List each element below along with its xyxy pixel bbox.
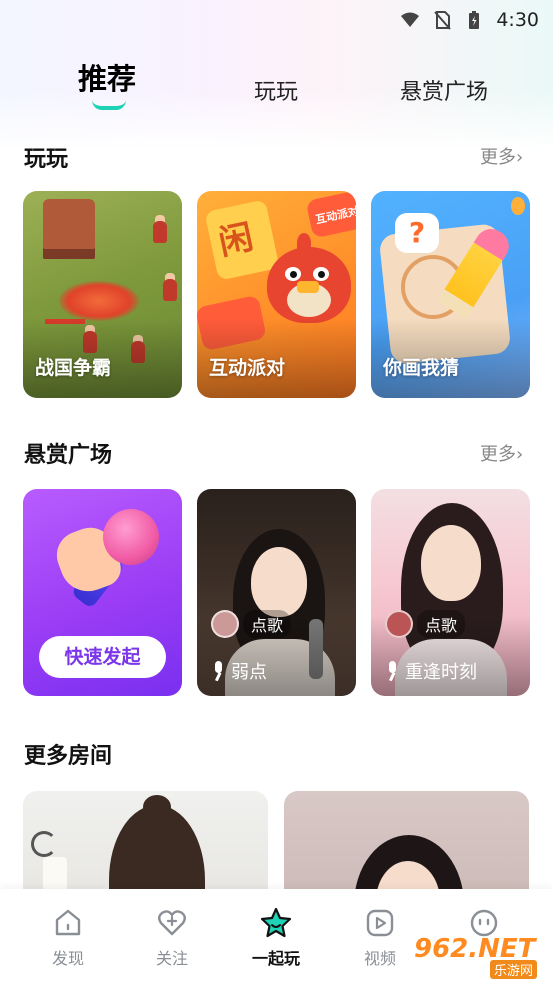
question-bubble: ? xyxy=(395,213,439,253)
more-link-reward[interactable]: 更多› xyxy=(480,440,523,466)
party-tile: 闲 xyxy=(204,199,280,281)
lamp-decor xyxy=(43,857,67,891)
tab-play[interactable]: 玩玩 xyxy=(254,74,298,106)
nav-item-discover[interactable]: 发现 xyxy=(38,907,98,969)
nav-item-video[interactable]: 视频 xyxy=(350,907,410,969)
section-title-play: 玩玩 xyxy=(24,147,69,172)
party-tile: 互动派对 xyxy=(305,191,356,239)
more-link-play[interactable]: 更多› xyxy=(480,143,523,169)
home-icon xyxy=(55,909,81,936)
host-photo xyxy=(251,547,307,617)
lamp-decor xyxy=(31,831,57,857)
game-label: 战国争霸 xyxy=(35,357,112,379)
nav-label: 关注 xyxy=(155,949,188,968)
microphone-head xyxy=(103,509,159,565)
microphone-icon xyxy=(388,661,396,681)
game-card-draw-guess[interactable]: ? 你画我猜 xyxy=(371,191,530,398)
status-time: 4:30 xyxy=(496,9,539,31)
no-sim-icon xyxy=(434,11,452,30)
nav-label: 发现 xyxy=(51,949,84,968)
battery-icon xyxy=(469,11,480,29)
reward-room-card[interactable]: 点歌 重逢时刻 xyxy=(371,489,530,696)
microphone-icon xyxy=(214,661,222,681)
avatar xyxy=(211,610,239,638)
quick-start-card[interactable]: 快速发起 xyxy=(23,489,182,696)
angry-bird-illustration xyxy=(267,233,351,323)
room-name: 弱点 xyxy=(231,662,267,683)
tab-reward-square[interactable]: 悬赏广场 xyxy=(400,74,488,106)
wifi-icon xyxy=(401,12,420,27)
decor-drop xyxy=(511,197,525,215)
section-title-reward: 悬赏广场 xyxy=(24,443,113,468)
watermark-subtext: 乐游网 xyxy=(490,960,538,979)
nav-label: 一起玩 xyxy=(251,949,300,968)
request-song-tag: 点歌 xyxy=(417,610,466,638)
game-label: 你画我猜 xyxy=(383,357,460,379)
nav-item-play-together[interactable]: 一起玩 xyxy=(246,907,306,969)
top-tabs: 推荐 玩玩 悬赏广场 xyxy=(0,62,553,112)
room-name: 重逢时刻 xyxy=(405,662,477,683)
watermark-logo: 962.NET 乐游网 xyxy=(414,928,550,979)
active-tab-indicator xyxy=(92,100,126,110)
avatar xyxy=(385,610,413,638)
nav-label: 视频 xyxy=(363,949,396,968)
soldier-illustration xyxy=(153,221,167,243)
game-card-interactive-party[interactable]: 闲 互动派对 互动派对 xyxy=(197,191,356,398)
star-icon xyxy=(260,907,292,938)
reward-room-card[interactable]: 点歌 弱点 xyxy=(197,489,356,696)
soldier-illustration xyxy=(163,279,177,301)
heart-plus-icon xyxy=(158,910,186,936)
host-photo xyxy=(421,525,481,601)
status-bar: 4:30 xyxy=(0,0,553,40)
game-label: 互动派对 xyxy=(209,357,286,379)
party-tile-text: 闲 xyxy=(215,217,257,264)
quick-start-button[interactable]: 快速发起 xyxy=(39,636,166,678)
party-logo-text: 互动派对 xyxy=(314,204,356,227)
nav-item-follow[interactable]: 关注 xyxy=(142,907,202,969)
play-icon xyxy=(366,909,394,937)
game-card-warring-states[interactable]: 战国争霸 xyxy=(23,191,182,398)
tower-illustration xyxy=(43,199,95,259)
section-title-more-rooms: 更多房间 xyxy=(24,744,113,769)
request-song-tag: 点歌 xyxy=(243,610,292,638)
tab-recommend[interactable]: 推荐 xyxy=(78,56,136,98)
dragon-illustration xyxy=(59,281,139,321)
